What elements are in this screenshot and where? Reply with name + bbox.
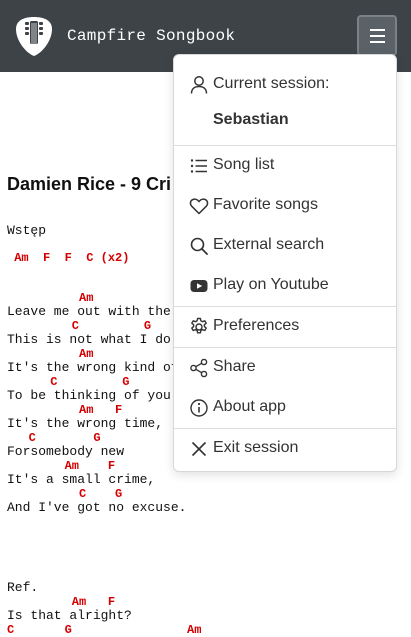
lyric-line: This is not what I do bbox=[7, 332, 171, 347]
chord-line: Am bbox=[7, 291, 94, 305]
session-label: Current session: bbox=[213, 75, 330, 92]
menu-item-label: About app bbox=[213, 398, 286, 415]
menu-item-label: Exit session bbox=[213, 439, 299, 456]
menu-item-exit-session[interactable]: Exit session bbox=[174, 429, 396, 469]
menu-item-favorite-songs[interactable]: Favorite songs bbox=[174, 186, 396, 226]
chord-line: C G Am bbox=[7, 623, 202, 637]
menu-item-label: Share bbox=[213, 358, 256, 375]
menu-item-label: External search bbox=[213, 236, 325, 253]
lyric-line: Forsomebody new bbox=[7, 444, 125, 459]
chord-line: C G bbox=[7, 319, 152, 333]
chord-line: Am F bbox=[7, 595, 116, 609]
list-icon bbox=[190, 159, 207, 173]
hamburger-menu-button[interactable] bbox=[357, 15, 397, 56]
chord-line: C G bbox=[7, 487, 123, 501]
main-dropdown-menu: Current session: Sebastian Song list Fav… bbox=[173, 54, 397, 472]
lyric-line: Ref. bbox=[7, 580, 39, 595]
chord-line: Am F bbox=[7, 403, 123, 417]
hamburger-icon bbox=[370, 29, 385, 31]
lyric-line: Wstęp bbox=[7, 223, 47, 238]
chord-line: Am F bbox=[7, 459, 116, 473]
menu-item-label: Preferences bbox=[213, 317, 300, 334]
chord-line: Am bbox=[7, 347, 94, 361]
search-icon bbox=[190, 237, 208, 255]
chord-line: C G bbox=[7, 431, 101, 445]
lyric-line: It's the wrong time, bbox=[7, 416, 164, 431]
menu-item-about-app[interactable]: About app bbox=[174, 388, 396, 428]
close-icon bbox=[191, 441, 207, 457]
lyric-line: To be thinking of you bbox=[7, 388, 171, 403]
session-header: Current session: bbox=[174, 65, 396, 105]
menu-item-share[interactable]: Share bbox=[174, 348, 396, 388]
menu-item-label: Song list bbox=[213, 156, 275, 173]
menu-item-play-on-youtube[interactable]: Play on Youtube bbox=[174, 266, 396, 306]
user-icon bbox=[190, 76, 208, 94]
menu-item-preferences[interactable]: Preferences bbox=[174, 307, 396, 347]
session-user-name: Sebastian bbox=[213, 111, 289, 128]
youtube-icon bbox=[190, 280, 208, 292]
lyric-line: It's a small crime, bbox=[7, 472, 156, 487]
lyric-line: It's the wrong kind of bbox=[7, 360, 179, 375]
info-icon bbox=[190, 399, 208, 417]
gear-icon bbox=[191, 317, 207, 334]
lyric-line: And I've got no excuse. bbox=[7, 500, 187, 515]
menu-item-song-list[interactable]: Song list bbox=[174, 146, 396, 186]
guitar-pick-logo-icon[interactable] bbox=[14, 15, 54, 57]
app-title: Campfire Songbook bbox=[67, 27, 236, 45]
chord-line: C G bbox=[7, 375, 130, 389]
menu-item-label: Favorite songs bbox=[213, 196, 318, 213]
chord-line: Am F F C (x2) bbox=[7, 251, 130, 265]
menu-item-external-search[interactable]: External search bbox=[174, 226, 396, 266]
lyric-line: Leave me out with the bbox=[7, 304, 171, 319]
heart-icon bbox=[189, 198, 209, 215]
song-title: Damien Rice - 9 Cri bbox=[7, 174, 172, 194]
menu-item-label: Play on Youtube bbox=[213, 276, 329, 293]
share-icon bbox=[190, 358, 208, 378]
lyric-line: Is that alright? bbox=[7, 608, 132, 623]
